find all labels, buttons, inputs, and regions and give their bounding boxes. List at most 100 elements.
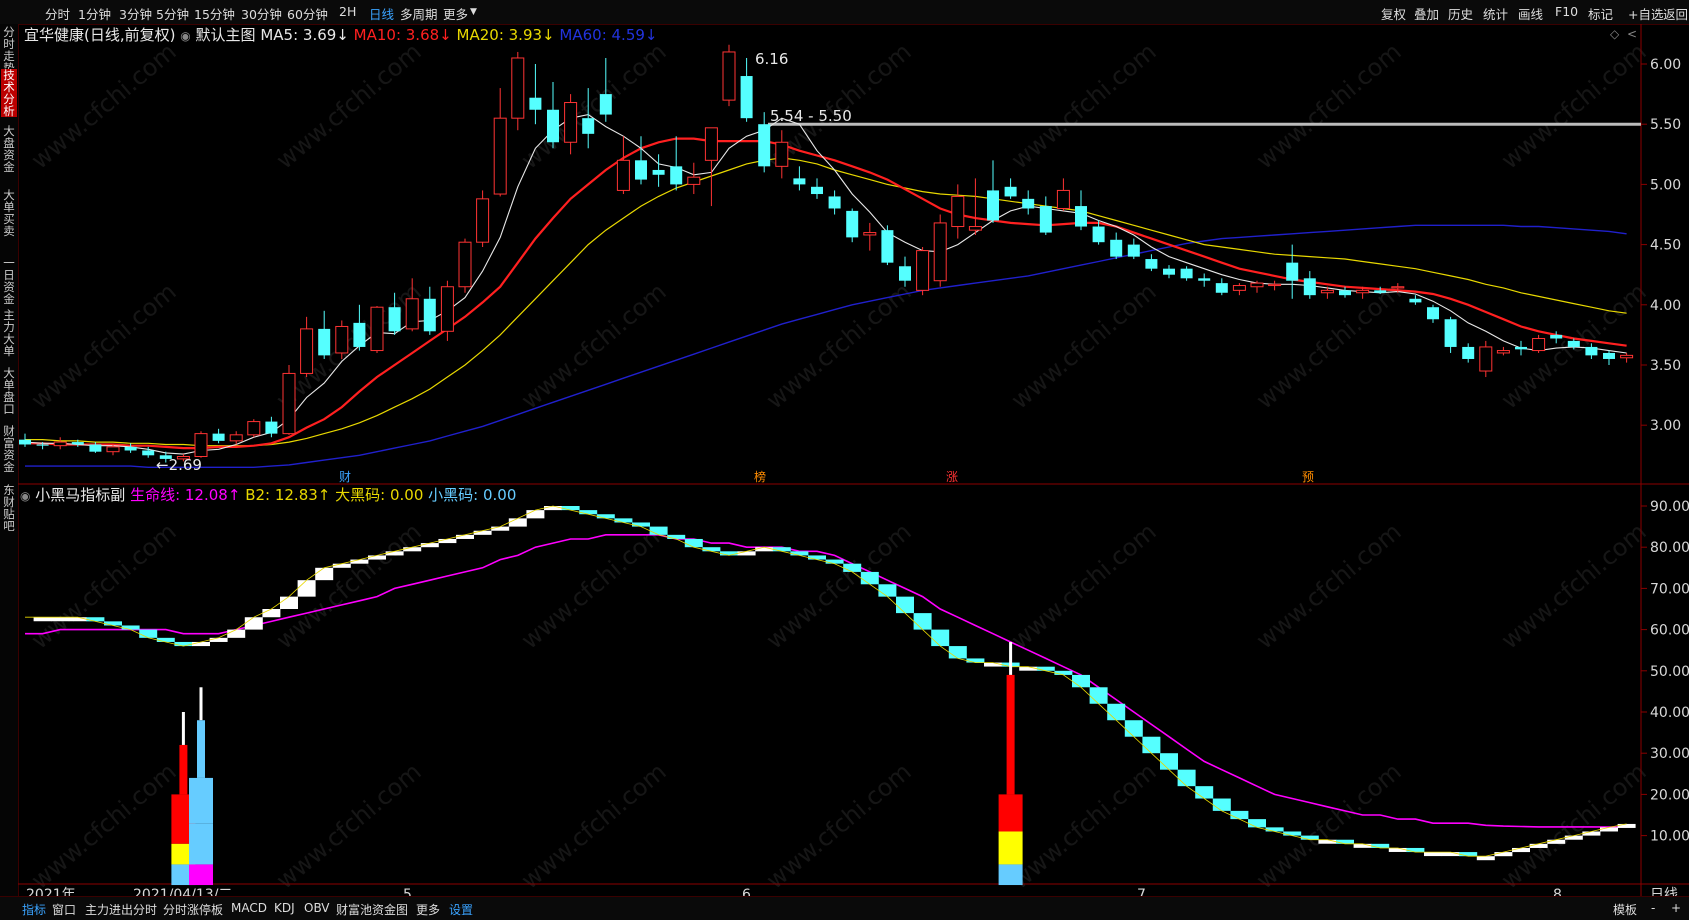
b2-step <box>1072 674 1090 688</box>
candle-down <box>212 433 225 441</box>
event-marker[interactable]: 预 <box>1302 470 1314 484</box>
zoom-out-button[interactable]: - <box>1651 901 1655 915</box>
b2-step <box>1424 852 1442 857</box>
template-icon[interactable]: ◉ <box>180 29 190 43</box>
bottom-tab-5[interactable]: KDJ <box>274 901 295 915</box>
b2-step <box>1371 843 1390 848</box>
small-black-value: 小黑码: 0.00 <box>428 486 517 504</box>
b2-step <box>33 617 52 622</box>
watermark-text: www.cfchi.com <box>271 37 427 174</box>
b2-step <box>438 538 457 544</box>
bottom-tab-1[interactable]: 窗口 <box>52 901 76 918</box>
b2-step <box>931 629 950 647</box>
watermark-text: www.cfchi.com <box>516 757 672 894</box>
bottom-tab-3[interactable]: 分时涨停板 <box>163 901 223 918</box>
signal-segment <box>998 831 1023 865</box>
template-button[interactable]: 模板 <box>1613 901 1637 918</box>
b2-step <box>1265 827 1284 832</box>
candle-up <box>1496 350 1510 354</box>
candle-down <box>1427 307 1439 320</box>
b2-step <box>332 563 351 568</box>
candle-up <box>1232 285 1246 291</box>
event-marker[interactable]: 涨 <box>946 469 958 484</box>
bottom-tab-9[interactable]: 设置 <box>449 901 473 918</box>
event-marker[interactable]: 榜 <box>754 469 766 484</box>
candle-down <box>388 307 401 332</box>
watermark-text: www.cfchi.com <box>761 277 917 414</box>
ma20-value: MA20: 3.93↓ <box>456 26 555 44</box>
candle-down <box>652 169 665 175</box>
bottom-tab-7[interactable]: 财富池资金图 <box>336 901 408 918</box>
candle-up <box>1250 282 1264 288</box>
signal-segment <box>189 864 213 886</box>
b2-step <box>667 534 686 539</box>
watermark-text: www.cfchi.com <box>1006 37 1162 174</box>
b2-step <box>1512 847 1530 853</box>
b2-step <box>1547 839 1566 844</box>
chevron-left-icon[interactable]: < <box>1627 27 1637 41</box>
candle-up <box>405 298 419 330</box>
candle-down <box>1585 346 1598 356</box>
b2-step <box>596 514 615 519</box>
b2-band <box>33 506 1636 861</box>
candle-up <box>458 241 472 288</box>
signal-segment <box>998 864 1023 886</box>
b2-step <box>1529 843 1548 848</box>
template-label[interactable]: 默认主图 <box>196 26 256 44</box>
bottom-tab-8[interactable]: 更多 <box>416 901 440 918</box>
b2-step <box>1019 666 1038 671</box>
indicator-axis-label: 40.00 <box>1650 705 1689 721</box>
b2-step <box>825 559 844 564</box>
stock-chart[interactable]: www.cfchi.com www.cfchi.com www.cfchi.com w… <box>0 0 1689 919</box>
candle-down <box>793 178 806 185</box>
b2-step <box>860 571 879 585</box>
bottom-tab-2[interactable]: 主力进出分时 <box>85 901 157 918</box>
b2-step <box>1177 769 1196 787</box>
b2-step <box>772 547 791 552</box>
bottom-tab-6[interactable]: OBV <box>304 901 330 915</box>
watermark-text: www.cfchi.com <box>1251 757 1407 894</box>
signal-segment <box>197 720 205 778</box>
diamond-icon[interactable]: ◇ <box>1610 27 1620 41</box>
b2-step <box>121 625 140 630</box>
life-line-value: 生命线: 12.08↑ <box>130 486 241 504</box>
b2-step <box>350 559 369 564</box>
b2-step <box>1230 810 1249 820</box>
b2-step <box>1036 666 1055 671</box>
zoom-in-button[interactable]: + <box>1671 901 1681 915</box>
candle-up <box>933 222 947 282</box>
bottom-tab-4[interactable]: MACD <box>231 901 267 915</box>
indicator-name[interactable]: 小黑马指标副 <box>35 486 125 504</box>
b2-step <box>1195 786 1214 799</box>
b2-step <box>403 547 422 552</box>
close-indicator-icon[interactable]: ◉ <box>20 489 30 503</box>
b2-step <box>1459 852 1478 857</box>
candle-down <box>1303 278 1316 296</box>
signal-tip <box>181 712 185 745</box>
candle-up <box>1479 346 1493 372</box>
candle-down <box>1374 290 1387 293</box>
candle-down <box>599 94 612 115</box>
b2-step <box>1318 839 1337 844</box>
b2-step <box>702 547 721 552</box>
bottom-tab-0[interactable]: 指标 <box>22 901 46 918</box>
indicator-axis-label: 80.00 <box>1650 540 1689 556</box>
price-axis-label: 4.50 <box>1650 238 1681 254</box>
candle-down <box>670 166 683 185</box>
indicator-axis-label: 10.00 <box>1650 829 1689 845</box>
stock-title: 宜华健康(日线,前复权) <box>24 26 176 44</box>
b2-step <box>526 510 545 519</box>
indicator-axis-label: 90.00 <box>1650 499 1689 515</box>
candle-down <box>828 196 841 209</box>
b2-step <box>1388 847 1407 852</box>
event-marker[interactable]: 财 <box>339 470 351 484</box>
b2-step <box>1107 703 1126 721</box>
candle-up <box>476 198 490 243</box>
range-label: 5.54 - 5.50 <box>770 107 852 125</box>
b2-step <box>244 617 263 630</box>
candle-down <box>124 446 137 451</box>
candle-up <box>1356 289 1370 294</box>
candle-up <box>968 226 982 231</box>
price-axis-label: 5.50 <box>1650 117 1681 133</box>
b2-step <box>720 551 738 556</box>
